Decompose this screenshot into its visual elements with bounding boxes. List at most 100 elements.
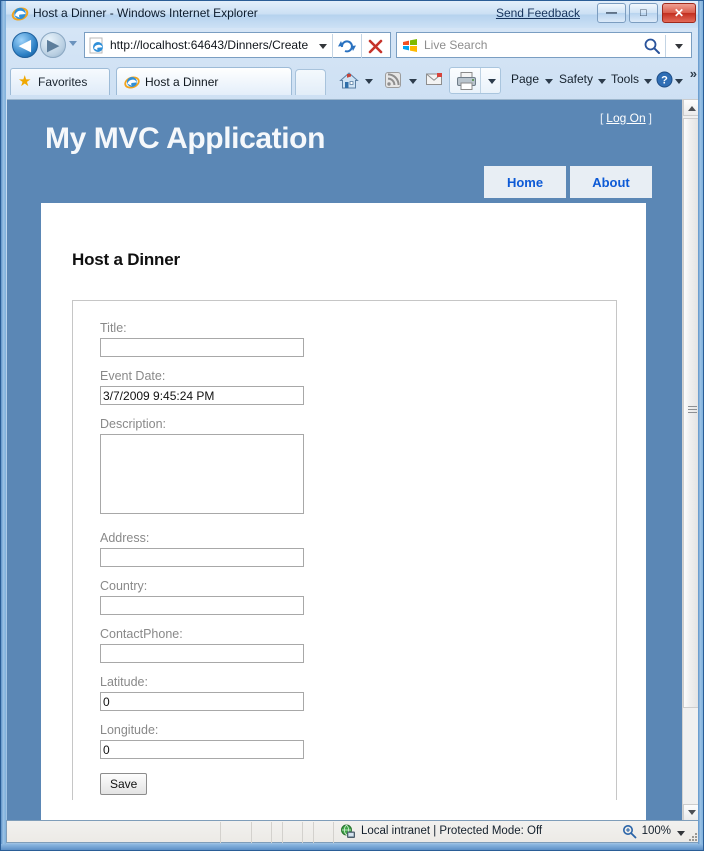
tools-menu-chevron-down-icon[interactable]: [644, 79, 652, 84]
field-row-longitude: Longitude:: [100, 723, 616, 771]
window-title: Host a Dinner - Windows Internet Explore…: [33, 6, 258, 20]
forward-arrow-icon: ▶: [47, 37, 59, 54]
safety-menu-chevron-down-icon[interactable]: [598, 79, 606, 84]
input-title[interactable]: [100, 338, 304, 357]
favorites-label: Favorites: [38, 75, 88, 89]
dinner-form-fieldset: Title: Event Date: Description: Address:: [72, 300, 617, 800]
print-group-separator: [480, 68, 481, 93]
nav-tab-home[interactable]: Home: [484, 166, 566, 198]
browser-tab-host-a-dinner[interactable]: Host a Dinner: [116, 67, 292, 95]
field-row-latitude: Latitude:: [100, 675, 616, 723]
home-chevron-down-icon[interactable]: [365, 79, 373, 84]
triangle-down-icon: [688, 810, 696, 815]
close-button[interactable]: ✕: [662, 3, 696, 23]
minimize-icon: —: [606, 7, 617, 19]
input-latitude[interactable]: [100, 692, 304, 711]
field-row-address: Address:: [100, 531, 616, 579]
send-feedback-link[interactable]: Send Feedback: [496, 6, 580, 20]
input-address[interactable]: [100, 548, 304, 567]
svg-text:?: ?: [661, 75, 668, 87]
recent-pages-chevron-down-icon[interactable]: [69, 41, 77, 46]
tab-favicon-icon: [124, 74, 140, 91]
window-frame-bottom: [1, 844, 703, 850]
input-event-date[interactable]: [100, 386, 304, 405]
label-address: Address:: [100, 531, 150, 545]
page-title: Host a Dinner: [72, 250, 180, 269]
safety-menu[interactable]: Safety: [559, 72, 593, 86]
page-menu[interactable]: Page: [511, 72, 539, 86]
maximize-button[interactable]: □: [629, 3, 658, 23]
rss-feeds-icon[interactable]: [384, 71, 402, 94]
logon-bracket-close: ]: [648, 111, 652, 125]
tools-menu[interactable]: Tools: [611, 72, 639, 86]
print-chevron-down-icon[interactable]: [488, 79, 496, 84]
field-row-description: Description:: [100, 417, 616, 531]
search-separator: [665, 35, 666, 57]
read-mail-icon[interactable]: [425, 71, 444, 92]
resize-grip-icon[interactable]: [685, 829, 697, 841]
logon-area: [Log On]: [600, 111, 652, 125]
label-contact-phone: ContactPhone:: [100, 627, 183, 641]
scrollbar-grip-icon: [688, 406, 697, 413]
input-country[interactable]: [100, 596, 304, 615]
internet-explorer-icon: [11, 5, 29, 23]
intranet-zone-icon: [340, 824, 356, 840]
page-favicon-icon: [89, 37, 105, 54]
back-arrow-icon: ◀: [19, 37, 31, 54]
back-button[interactable]: ◀: [12, 32, 38, 58]
search-icon[interactable]: [643, 37, 661, 55]
logon-link[interactable]: Log On: [603, 111, 648, 125]
content-card: Host a Dinner Title: Event Date: Descrip…: [41, 203, 646, 821]
save-button[interactable]: Save: [100, 773, 148, 795]
triangle-up-icon: [688, 106, 696, 111]
main-navigation: Home About: [484, 166, 652, 198]
status-separator-3: [282, 822, 283, 843]
help-icon[interactable]: ?: [656, 71, 673, 93]
toolbar-overflow-icon[interactable]: »: [690, 66, 697, 81]
page-menu-chevron-down-icon[interactable]: [545, 79, 553, 84]
print-button-group[interactable]: [449, 67, 501, 94]
site-title: My MVC Application: [45, 122, 326, 155]
input-description[interactable]: [100, 434, 304, 514]
input-longitude[interactable]: [100, 740, 304, 759]
rss-chevron-down-icon[interactable]: [409, 79, 417, 84]
tab-and-command-bar: ★ Favorites Host a Dinner Page Safety To…: [6, 63, 700, 99]
minimize-button[interactable]: —: [597, 3, 626, 23]
forward-button[interactable]: ▶: [40, 32, 66, 58]
title-bar: Host a Dinner - Windows Internet Explore…: [1, 1, 703, 28]
label-event-date: Event Date:: [100, 369, 166, 383]
help-chevron-down-icon[interactable]: [675, 79, 683, 84]
address-separator: [332, 34, 333, 58]
zoom-magnifier-icon[interactable]: [622, 824, 637, 839]
search-placeholder-text: Live Search: [424, 38, 488, 52]
address-bar-url: http://localhost:64643/Dinners/Create: [110, 38, 309, 52]
home-icon[interactable]: [339, 71, 359, 95]
input-contact-phone[interactable]: [100, 644, 304, 663]
field-row-country: Country:: [100, 579, 616, 627]
zoom-level-text[interactable]: 100%: [642, 825, 671, 837]
field-row-contact-phone: ContactPhone:: [100, 627, 616, 675]
maximize-icon: □: [640, 7, 647, 19]
address-dropdown-chevron-down-icon[interactable]: [319, 44, 327, 49]
label-description: Description:: [100, 417, 166, 431]
zoom-chevron-down-icon[interactable]: [677, 831, 685, 836]
page-viewport: [Log On] My MVC Application Home About H…: [7, 99, 682, 821]
search-provider-chevron-down-icon[interactable]: [675, 44, 683, 49]
address-bar[interactable]: http://localhost:64643/Dinners/Create: [84, 32, 391, 58]
navigation-bar: ◀ ▶ http://localhost:64643/Dinners/Creat…: [6, 28, 700, 63]
printer-icon[interactable]: [456, 71, 477, 96]
nav-tab-about[interactable]: About: [570, 166, 652, 198]
status-separator-2: [251, 822, 252, 843]
favorites-button[interactable]: ★ Favorites: [10, 68, 110, 95]
status-separator-7: [333, 822, 334, 843]
label-longitude: Longitude:: [100, 723, 159, 737]
status-separator-5: [271, 822, 272, 843]
refresh-button[interactable]: [335, 36, 360, 56]
browser-tab-label: Host a Dinner: [145, 75, 219, 89]
search-box[interactable]: Live Search: [396, 32, 692, 58]
status-separator-6: [302, 822, 303, 843]
new-tab-button[interactable]: [295, 69, 326, 95]
field-row-title: Title:: [100, 321, 616, 369]
stop-button[interactable]: [363, 36, 388, 56]
status-bar: Local intranet | Protected Mode: Off 100…: [6, 820, 700, 843]
